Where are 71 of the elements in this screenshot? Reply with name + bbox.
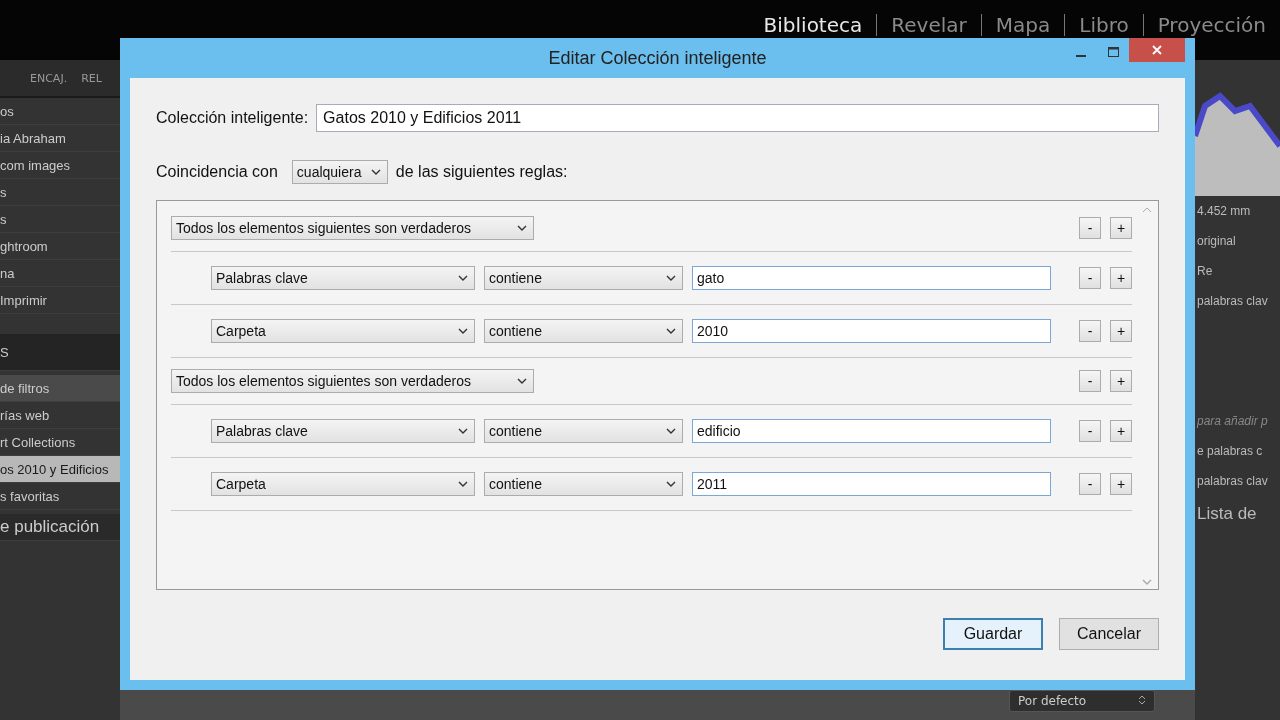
value-field[interactable]: 2011 [692, 472, 1051, 496]
stepper-label: Re [1196, 263, 1214, 280]
value-field[interactable]: edificio [692, 419, 1051, 443]
remove-rule-button[interactable]: - [1079, 473, 1101, 495]
stepper-icon [1138, 694, 1146, 706]
close-icon [1152, 45, 1162, 55]
value-field[interactable]: gato [692, 266, 1051, 290]
operator-select[interactable]: contiene [484, 266, 683, 290]
add-rule-button[interactable]: + [1110, 267, 1132, 289]
match-label: Coincidencia con [156, 163, 278, 181]
original-label: original [1196, 233, 1237, 250]
add-rule-button[interactable]: + [1110, 473, 1132, 495]
field-select[interactable]: Carpeta [211, 472, 475, 496]
caret-icon [517, 225, 527, 231]
panel-section-title: Lista de [1196, 503, 1258, 525]
caret-icon [666, 481, 676, 487]
sort-select[interactable]: Por defecto [1009, 690, 1155, 712]
toolbar-label[interactable]: REL [81, 71, 102, 85]
value-field[interactable]: 2010 [692, 319, 1051, 343]
caret-icon [458, 328, 468, 334]
toolbar-label[interactable]: ENCAJ. [30, 71, 68, 85]
match-label: de las siguientes reglas: [395, 163, 568, 181]
caret-icon [458, 481, 468, 487]
operator-select[interactable]: contiene [484, 472, 683, 496]
group-condition-select[interactable]: Todos los elementos siguientes son verdaderos [171, 216, 534, 240]
remove-rule-button[interactable]: - [1079, 370, 1101, 392]
field-select[interactable]: Carpeta [211, 319, 475, 343]
operator-select[interactable]: contiene [484, 319, 683, 343]
keyword-label: palabras clav [1196, 293, 1269, 310]
remove-rule-button[interactable]: - [1079, 217, 1101, 239]
caret-icon [666, 275, 676, 281]
operator-select[interactable]: contiene [484, 419, 683, 443]
caret-icon [370, 169, 381, 175]
keyword-label: palabras clav [1196, 473, 1269, 490]
module-tab[interactable]: Proyección [1142, 14, 1280, 36]
name-field[interactable]: Gatos 2010 y Edificios 2011 [316, 104, 1159, 132]
remove-rule-button[interactable]: - [1079, 420, 1101, 442]
focal-length-text: 4.452 mm [1196, 203, 1252, 220]
add-rule-button[interactable]: + [1110, 370, 1132, 392]
caret-icon [666, 328, 676, 334]
filter-row[interactable]: de filtros [0, 375, 120, 402]
caret-icon [666, 428, 676, 434]
remove-rule-button[interactable]: - [1079, 320, 1101, 342]
keyword-label: e palabras c [1196, 443, 1264, 460]
hint-text: para añadir p [1195, 413, 1269, 430]
panel-header[interactable]: S [0, 334, 120, 371]
add-rule-button[interactable]: + [1110, 420, 1132, 442]
field-select[interactable]: Palabras clave [211, 419, 475, 443]
group-condition-select[interactable]: Todos los elementos siguientes son verdaderos [171, 369, 534, 393]
module-tab[interactable]: Mapa [980, 14, 1065, 36]
field-select[interactable]: Palabras clave [211, 266, 475, 290]
match-select[interactable]: cualquiera [291, 160, 388, 184]
dialog-button[interactable]: Guardar [943, 618, 1043, 650]
module-tab[interactable]: Biblioteca [749, 14, 877, 36]
caret-icon [517, 378, 527, 384]
panel-section-title[interactable]: e publicación [0, 514, 120, 541]
caret-icon [458, 275, 468, 281]
minimize-icon [1076, 55, 1086, 57]
caret-icon [458, 428, 468, 434]
add-rule-button[interactable]: + [1110, 217, 1132, 239]
remove-rule-button[interactable]: - [1079, 267, 1101, 289]
dialog-button[interactable]: Cancelar [1059, 618, 1159, 650]
add-rule-button[interactable]: + [1110, 320, 1132, 342]
caret-icon [1142, 579, 1152, 585]
module-tab[interactable]: Libro [1064, 14, 1143, 36]
window-title: Editar Colección inteligente [548, 47, 767, 69]
field-label: Colección inteligente: [156, 109, 309, 127]
close-button[interactable] [1129, 38, 1185, 62]
collection-item[interactable]: os 2010 y Edificios [0, 456, 120, 483]
module-tab[interactable]: Revelar [876, 14, 981, 36]
maximize-icon [1107, 47, 1119, 57]
